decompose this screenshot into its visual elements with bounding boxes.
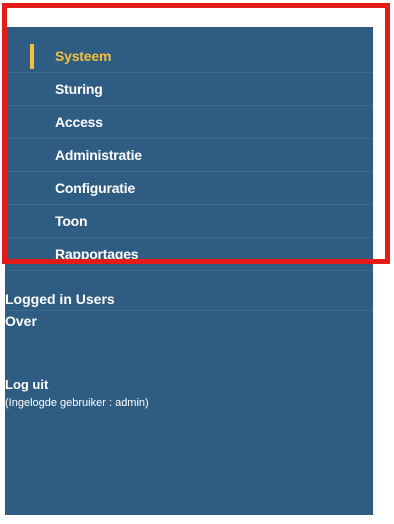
menu-item-label: Rapportages [55, 246, 139, 262]
menu-item-label: Administratie [55, 147, 142, 163]
menu-item-label: Sturing [55, 81, 103, 97]
logout-link[interactable]: Log uit [5, 377, 48, 392]
main-menu: Systeem Sturing Access Administratie Con… [5, 40, 373, 271]
menu-item-label: Configuratie [55, 180, 136, 196]
menu-item-label: Toon [55, 213, 88, 229]
menu-item-rapportages[interactable]: Rapportages [5, 238, 373, 271]
logged-in-user-info: (Ingelogde gebruiker : admin) [5, 397, 149, 409]
over-link[interactable]: Over [5, 311, 373, 331]
logged-in-users-link[interactable]: Logged in Users [5, 287, 373, 311]
menu-item-label: Systeem [55, 48, 112, 64]
menu-item-label: Access [55, 114, 103, 130]
menu-item-sturing[interactable]: Sturing [5, 73, 373, 106]
menu-item-administratie[interactable]: Administratie [5, 139, 373, 172]
secondary-menu: Logged in Users Over [5, 287, 373, 331]
menu-item-toon[interactable]: Toon [5, 205, 373, 238]
menu-item-access[interactable]: Access [5, 106, 373, 139]
active-indicator [30, 44, 34, 69]
sidebar-nav: Systeem Sturing Access Administratie Con… [5, 27, 373, 515]
menu-item-systeem[interactable]: Systeem [5, 40, 373, 73]
menu-item-configuratie[interactable]: Configuratie [5, 172, 373, 205]
